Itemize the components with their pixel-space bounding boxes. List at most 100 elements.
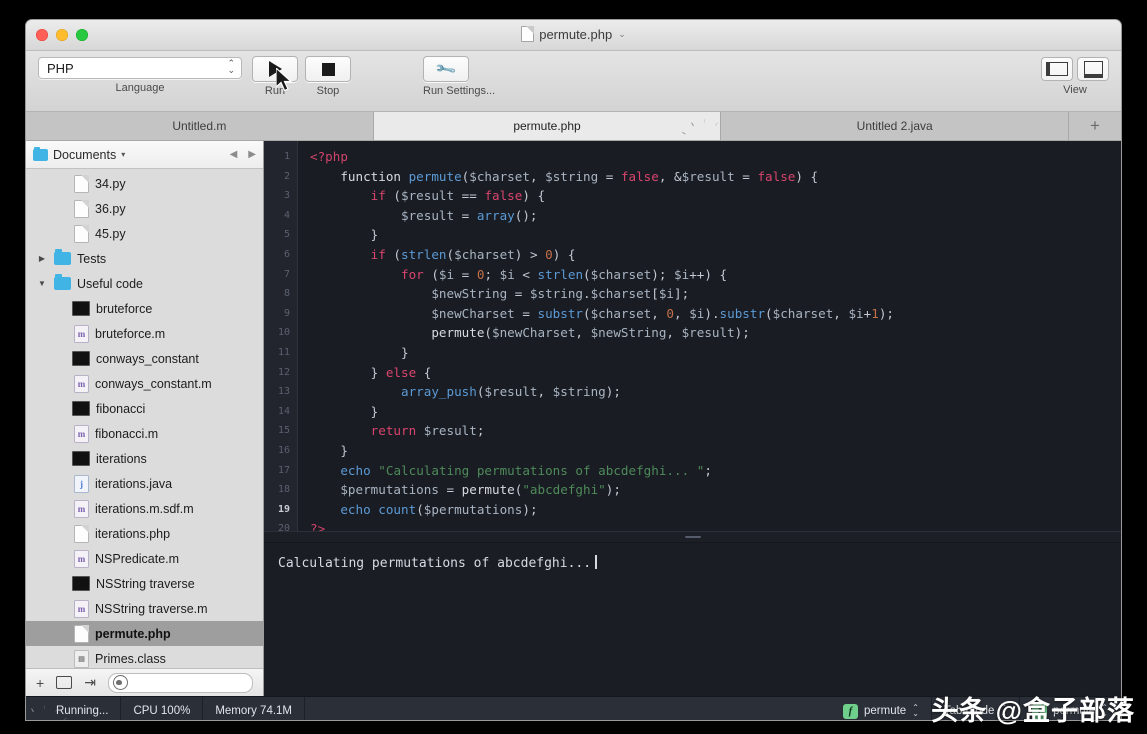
code-token: for xyxy=(401,266,424,282)
code-token: ?> xyxy=(310,521,326,531)
file-row[interactable]: 45.py xyxy=(26,221,263,246)
code-token: permute xyxy=(461,482,515,498)
language-value: PHP xyxy=(47,60,74,76)
import-icon[interactable]: ⇥ xyxy=(84,674,96,691)
file-list[interactable]: 34.py 36.py 45.py ▶ Tests ▼ Useful code brutefo… xyxy=(26,169,263,668)
file-sidebar: Documents ▾ ◀ ▶ 34.py 36.py 45.py ▶ Tests ▼ Us… xyxy=(26,141,264,696)
pane-splitter[interactable] xyxy=(264,531,1121,543)
code-line: permute($newCharset, $newString, $result… xyxy=(310,323,1121,343)
file-row[interactable]: m bruteforce.m xyxy=(26,321,263,346)
forward-arrow-icon[interactable]: ▶ xyxy=(248,149,256,160)
code-token: , xyxy=(658,168,675,184)
file-row[interactable]: ▼ Useful code xyxy=(26,271,263,296)
code-token: strlen xyxy=(401,246,447,262)
file-row[interactable]: iterations.php xyxy=(26,521,263,546)
back-arrow-icon[interactable]: ◀ xyxy=(230,149,238,160)
status-cpu-label: CPU 100% xyxy=(133,705,191,717)
toggle-sidebar-button[interactable] xyxy=(1041,57,1073,81)
line-number: 12 xyxy=(277,366,290,378)
add-icon[interactable]: + xyxy=(36,675,44,691)
file-row[interactable]: conways_constant xyxy=(26,346,263,371)
file-row[interactable]: m conways_constant.m xyxy=(26,371,263,396)
code-line: } else { xyxy=(310,363,1121,383)
code-token: ( xyxy=(416,501,424,517)
tab-mode-selector[interactable]: Tab mode ⌃ ⌄ xyxy=(932,697,1021,720)
code-token: ); xyxy=(734,325,750,341)
chevron-down-icon[interactable]: ⌄ xyxy=(618,29,626,40)
code-token: $charset xyxy=(590,286,652,302)
stop-button[interactable] xyxy=(305,56,351,82)
code-token: "Calculating permutations of abcdefghi..… xyxy=(378,462,705,478)
file-row[interactable]: m NSString traverse.m xyxy=(26,596,263,621)
code-editor[interactable]: 1 2 3 4 5 6 7 8 9 10 11 12 13 14 15 16 17 18 19 20 <?php fu… xyxy=(264,141,1121,531)
code-line: $newString = $string.$charset[$i]; xyxy=(310,284,1121,304)
file-row[interactable]: 36.py xyxy=(26,196,263,221)
window-body: Documents ▾ ◀ ▶ 34.py 36.py 45.py ▶ Tests ▼ Us… xyxy=(26,141,1121,696)
code-content[interactable]: <?php function permute($charset, $string… xyxy=(298,141,1121,531)
search-input[interactable] xyxy=(107,672,253,693)
file-name: conways_constant.m xyxy=(95,376,212,391)
file-row[interactable]: fibonacci xyxy=(26,396,263,421)
new-tab-button[interactable]: + xyxy=(1069,112,1121,140)
file-row[interactable]: ▤ Primes.class xyxy=(26,646,263,668)
toggle-console-button[interactable] xyxy=(1077,57,1109,81)
executable-icon xyxy=(72,351,90,366)
code-token: ); xyxy=(605,384,621,400)
chevron-down-icon[interactable]: ▾ xyxy=(121,150,125,159)
language-group: PHP ⌃ ⌄ Language xyxy=(38,57,242,94)
code-token: else xyxy=(385,364,417,380)
stepper-icon[interactable]: ⌃ ⌄ xyxy=(912,704,919,718)
language-select[interactable]: PHP ⌃ ⌄ xyxy=(38,57,242,79)
line-number: 18 xyxy=(277,484,290,496)
tab-3[interactable]: Untitled 2.java xyxy=(721,112,1070,140)
stepper-icon[interactable]: ⌃ ⌄ xyxy=(227,59,235,75)
stepper-icon[interactable]: ⌃ ⌄ xyxy=(1101,704,1108,718)
code-token: 1 xyxy=(871,305,879,321)
file-row[interactable]: ▶ Tests xyxy=(26,246,263,271)
tab-mode-label: Tab mode xyxy=(943,705,995,717)
symbol-selector[interactable]: f permute ⌃ ⌄ xyxy=(831,697,932,720)
code-token: , xyxy=(674,305,690,321)
file-name: iterations.m.sdf.m xyxy=(95,501,194,516)
code-token: } xyxy=(310,364,386,380)
new-folder-icon[interactable] xyxy=(56,676,73,689)
file-row[interactable]: bruteforce xyxy=(26,296,263,321)
file-row[interactable]: permute.php xyxy=(26,621,263,646)
file-row[interactable]: m NSPredicate.m xyxy=(26,546,263,571)
run-settings-label: Run Settings... xyxy=(423,85,496,97)
console-output[interactable]: Calculating permutations of abcdefghi...… xyxy=(264,543,1121,696)
executable-icon xyxy=(72,301,90,316)
stop-group: Stop xyxy=(305,56,351,97)
file-row[interactable]: m iterations.m.sdf.m xyxy=(26,496,263,521)
code-token: [ xyxy=(651,286,659,302)
code-line: } xyxy=(310,441,1121,461)
tab-2[interactable]: permute.php xyxy=(373,112,731,171)
code-token: } xyxy=(310,403,379,419)
stepper-icon[interactable]: ⌃ ⌄ xyxy=(1000,704,1007,718)
disclosure-closed-icon[interactable]: ▶ xyxy=(36,254,48,263)
encoding-selector[interactable]: f permute ⌃ ⌄ xyxy=(1020,697,1121,720)
file-row[interactable]: NSString traverse xyxy=(26,571,263,596)
code-token: substr xyxy=(719,305,766,321)
status-memory-label: Memory 74.1M xyxy=(215,705,293,717)
file-row[interactable]: 34.py xyxy=(26,171,263,196)
file-row[interactable]: j iterations.java xyxy=(26,471,263,496)
code-token: $charset xyxy=(590,305,652,321)
line-number: 6 xyxy=(283,248,290,260)
code-line: function permute($charset, $string = fal… xyxy=(310,167,1121,187)
tab-1[interactable]: Untitled.m xyxy=(26,112,374,140)
sidebar-folder-name[interactable]: Documents xyxy=(53,148,116,162)
window-title: permute.php ⌄ xyxy=(26,26,1121,42)
file-row[interactable]: m fibonacci.m xyxy=(26,421,263,446)
disclosure-open-icon[interactable]: ▼ xyxy=(36,279,48,288)
run-settings-button[interactable]: 🔧 xyxy=(423,56,469,82)
file-name: fibonacci xyxy=(96,401,146,416)
line-number: 5 xyxy=(283,229,290,241)
code-token: $i xyxy=(658,286,675,302)
file-row[interactable]: iterations xyxy=(26,446,263,471)
file-name: bruteforce xyxy=(96,301,153,316)
file-name: bruteforce.m xyxy=(95,326,166,341)
code-token: = xyxy=(507,286,530,302)
code-token: ) > xyxy=(514,246,546,262)
